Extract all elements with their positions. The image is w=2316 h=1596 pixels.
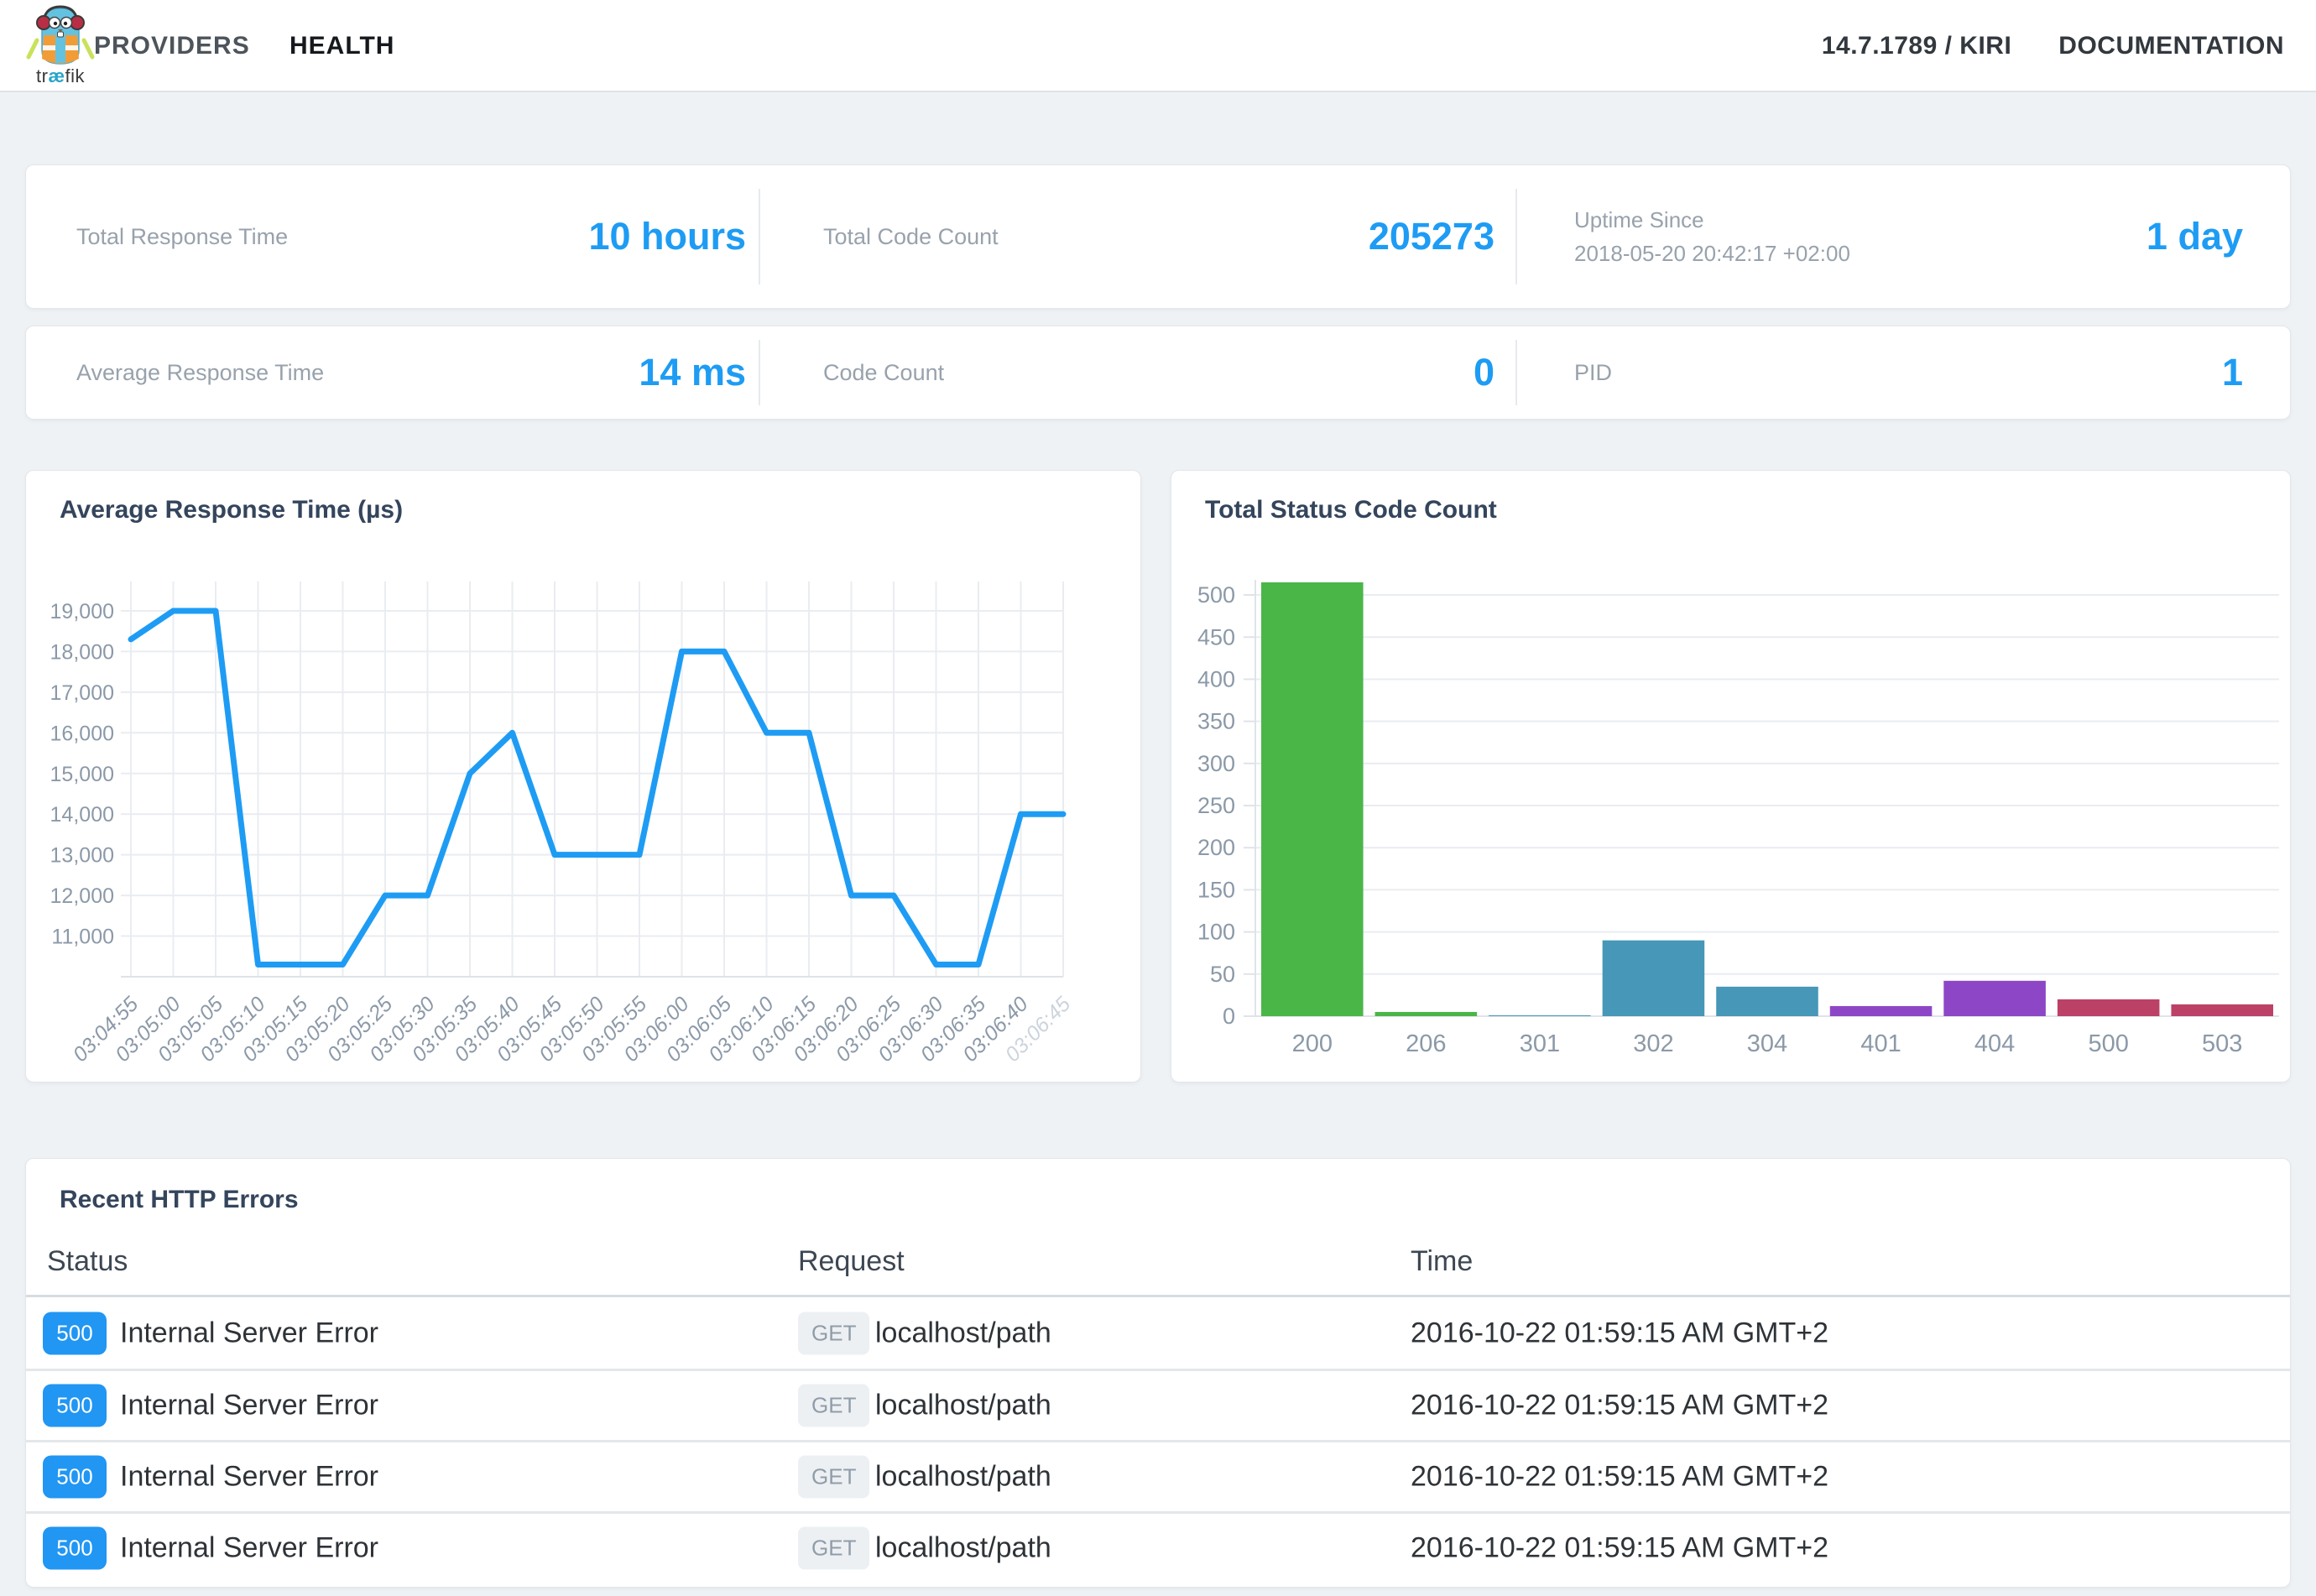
svg-text:19,000: 19,000 [50,600,114,623]
stat-total-code-count: Total Code Count 205273 [760,165,1515,308]
svg-text:250: 250 [1197,793,1235,818]
stat-label: Total Response Time [76,224,288,250]
nav-version-label: 14.7.1789 / KIRI [1822,32,2011,60]
traefik-brand-text: træfik [18,65,102,87]
response-time-line-chart: 11,000 12,000 13,000 14,000 15,000 16,000 17,0… [26,471,1142,1083]
request-path: localhost/path [875,1532,1051,1565]
svg-text:0: 0 [1223,1004,1235,1029]
svg-text:300: 300 [1197,751,1235,776]
error-time: 2016-10-22 01:59:15 AM GMT+2 [1411,1532,1828,1565]
traefik-gopher-icon [18,2,102,67]
http-error-row: 500 Internal Server Error GETlocalhost/pat… [26,1369,2290,1440]
stat-value: 1 [2222,351,2243,394]
svg-text:500: 500 [2088,1030,2128,1057]
http-method-chip: GET [798,1456,869,1499]
stat-value: 10 hours [588,215,746,258]
svg-text:503: 503 [2202,1030,2242,1057]
stat-uptime-since: Uptime Since 2018-05-20 20:42:17 +02:00 … [1517,165,2292,308]
stat-average-response-time: Average Response Time 14 ms [26,326,759,419]
svg-text:500: 500 [1197,582,1235,608]
error-time: 2016-10-22 01:59:15 AM GMT+2 [1411,1317,1828,1349]
error-message: Internal Server Error [120,1461,378,1494]
column-header-request: Request [798,1228,905,1295]
svg-text:301: 301 [1520,1030,1560,1057]
stat-label: Total Code Count [823,224,999,250]
http-method-chip: GET [798,1312,869,1354]
stat-value: 14 ms [639,351,746,394]
nav-documentation-link[interactable]: DOCUMENTATION [2058,32,2284,60]
svg-text:304: 304 [1747,1030,1787,1057]
stat-label: PID [1574,360,1612,386]
error-time: 2016-10-22 01:59:15 AM GMT+2 [1411,1390,1828,1422]
column-header-status: Status [47,1228,128,1295]
request-path: localhost/path [875,1390,1051,1422]
nav-tab-health[interactable]: HEALTH [290,0,394,92]
error-message: Internal Server Error [120,1317,378,1349]
svg-text:400: 400 [1197,666,1235,691]
svg-text:18,000: 18,000 [50,640,114,664]
status-code-badge: 500 [43,1385,107,1427]
stat-label: Average Response Time [76,360,324,386]
svg-text:14,000: 14,000 [50,803,114,827]
status-code-badge: 500 [43,1456,107,1499]
svg-text:12,000: 12,000 [50,884,114,908]
status-code-bar-chart: 0 50 100 150 200 250 300 350 400 450 500 200 206 301 3… [1171,471,2292,1083]
http-method-chip: GET [798,1527,869,1570]
http-error-row: 500 Internal Server Error GETlocalhost/pat… [26,1440,2290,1511]
svg-text:15,000: 15,000 [50,763,114,786]
errors-table-body: 500Internal Server ErrorGETlocalhost/pat… [26,1297,2290,1583]
stat-label: Code Count [823,360,944,386]
svg-text:50: 50 [1210,962,1235,987]
request-path: localhost/path [875,1461,1051,1494]
svg-text:200: 200 [1292,1030,1333,1057]
http-method-chip: GET [798,1385,869,1427]
traefik-logo[interactable]: træfik [18,2,102,89]
svg-text:13,000: 13,000 [50,844,114,868]
error-time: 2016-10-22 01:59:15 AM GMT+2 [1411,1461,1828,1494]
stat-uptime-datetime: 2018-05-20 20:42:17 +02:00 [1574,237,1850,270]
svg-text:100: 100 [1197,920,1235,945]
svg-text:206: 206 [1406,1030,1446,1057]
error-message: Internal Server Error [120,1532,378,1565]
errors-table-title: Recent HTTP Errors [60,1186,299,1214]
errors-table-header: Status Request Time [26,1228,2290,1297]
svg-text:302: 302 [1633,1030,1673,1057]
svg-text:16,000: 16,000 [50,722,114,745]
status-code-chart-card: Total Status Code Count 0501001502002503… [1171,470,2291,1082]
svg-text:17,000: 17,000 [50,681,114,705]
stat-value: 1 day [2146,215,2243,258]
request-path: localhost/path [875,1317,1051,1349]
svg-text:350: 350 [1197,709,1235,734]
http-error-row: 500 Internal Server Error GETlocalhost/pat… [26,1511,2290,1583]
stat-total-response-time: Total Response Time 10 hours [26,165,759,308]
svg-text:11,000: 11,000 [51,926,114,949]
stat-pid: PID 1 [1517,326,2292,419]
stat-value: 205273 [1369,215,1494,258]
svg-text:450: 450 [1197,624,1235,649]
stat-code-count: Code Count 0 [760,326,1515,419]
recent-http-errors-card: Recent HTTP Errors Status Request Time 5… [25,1158,2291,1588]
stats-card-current: Average Response Time 14 ms Code Count 0… [25,326,2291,420]
svg-text:401: 401 [1860,1030,1901,1057]
stats-card-totals: Total Response Time 10 hours Total Code … [25,164,2291,309]
top-nav-bar: træfik PROVIDERS HEALTH 14.7.1789 / KIRI… [0,0,2316,92]
stat-value: 0 [1474,351,1494,394]
status-code-badge: 500 [43,1527,107,1570]
stat-label: Uptime Since [1574,203,1850,237]
column-header-time: Time [1411,1228,1473,1295]
status-code-badge: 500 [43,1312,107,1354]
svg-text:404: 404 [1974,1030,2015,1057]
svg-text:200: 200 [1197,835,1235,860]
svg-text:150: 150 [1197,877,1235,902]
error-message: Internal Server Error [120,1390,378,1422]
nav-tab-providers[interactable]: PROVIDERS [94,0,250,92]
http-error-row: 500 Internal Server Error GETlocalhost/pat… [26,1297,2290,1369]
average-response-time-chart-card: Average Response Time (µs) 11,00012,0001… [25,470,1141,1082]
